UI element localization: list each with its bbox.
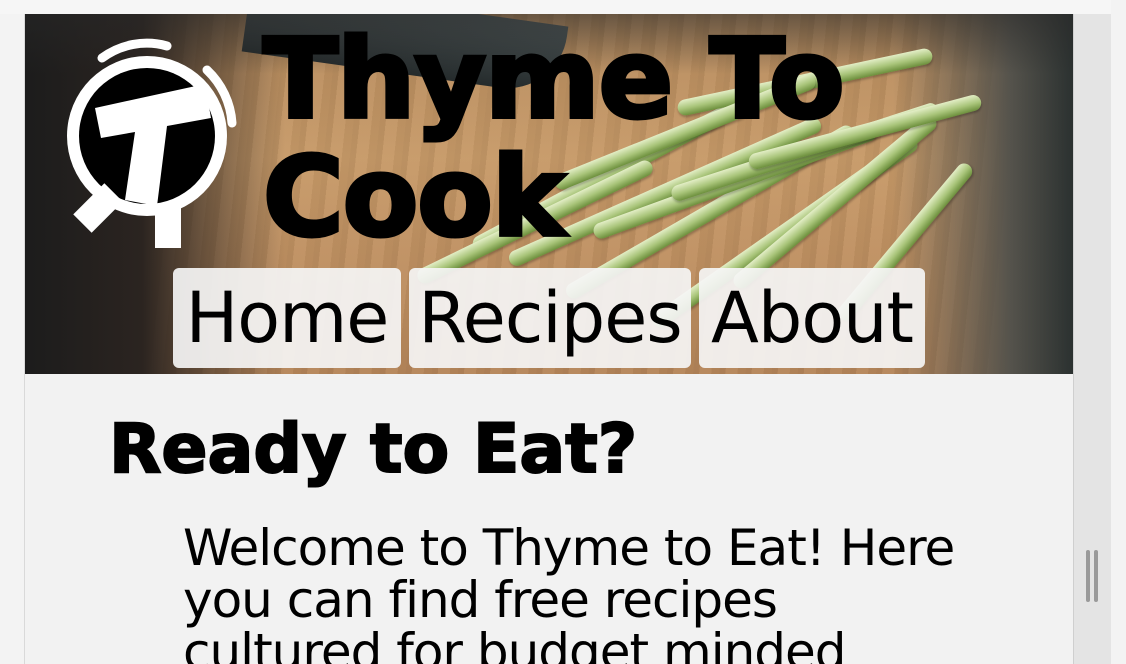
nav-recipes[interactable]: Recipes	[409, 268, 691, 368]
intro-paragraph: Welcome to Thyme to Eat! Here you can fi…	[183, 522, 983, 664]
site-title: Thyme To Cook	[261, 18, 963, 258]
vertical-scrollbar[interactable]	[1073, 14, 1112, 664]
scrollbar-grip-icon[interactable]	[1086, 550, 1100, 602]
window-right-edge	[1111, 0, 1126, 664]
intro-line-2: you can find free recipes	[183, 571, 778, 629]
browser-top-strip	[0, 0, 1126, 14]
site-title-line1: Thyme To	[261, 15, 847, 143]
hero-header: Thyme To Cook Home Recipes About	[25, 14, 1073, 374]
nav-home[interactable]: Home	[173, 268, 401, 368]
section-heading: Ready to Eat?	[108, 410, 638, 489]
nav-about[interactable]: About	[699, 268, 925, 368]
timer-t-logo-icon[interactable]	[47, 28, 247, 248]
site-title-line2: Cook	[261, 133, 567, 261]
intro-line-1: Welcome to Thyme to Eat! Here	[183, 519, 955, 577]
intro-line-3: cultured for budget minded	[183, 623, 847, 664]
page: Thyme To Cook Home Recipes About Ready t…	[24, 14, 1073, 664]
